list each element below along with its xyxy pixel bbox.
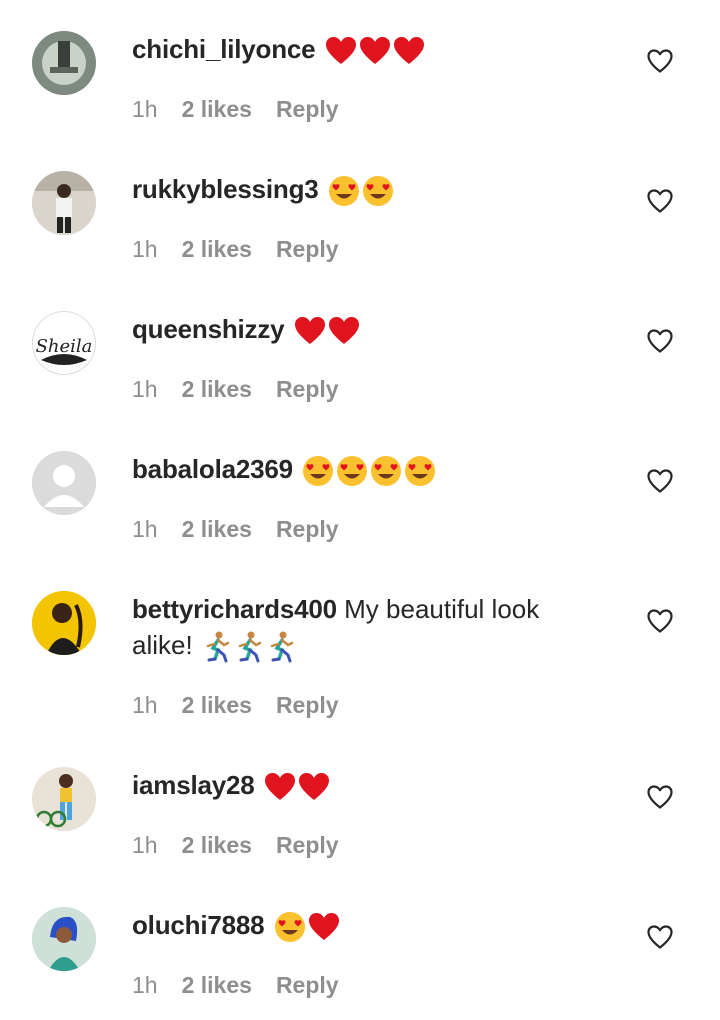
- runner-emoji-icon: [238, 631, 262, 663]
- like-heart-icon[interactable]: [646, 607, 674, 635]
- heart-eyes-emoji-icon: [405, 456, 436, 487]
- comment-body: bettyrichards400 My beautiful look alike…: [132, 591, 602, 663]
- heart-emoji-icon: [393, 37, 424, 65]
- reply-button[interactable]: Reply: [276, 236, 339, 262]
- like-heart-icon[interactable]: [646, 47, 674, 75]
- reply-button[interactable]: Reply: [276, 376, 339, 402]
- comment-time: 1h: [132, 516, 158, 542]
- comment-time: 1h: [132, 236, 158, 262]
- comment-time: 1h: [132, 692, 158, 718]
- comment-username[interactable]: babalola2369: [132, 454, 293, 484]
- avatar[interactable]: Sheila: [32, 311, 96, 375]
- comment-time: 1h: [132, 96, 158, 122]
- heart-emoji-icon: [294, 317, 325, 345]
- heart-emoji-icon: [298, 773, 329, 801]
- comment-meta: 1h 2 likes Reply: [132, 832, 363, 859]
- heart-emoji-icon: [359, 37, 390, 65]
- comment-username[interactable]: rukkyblessing3: [132, 174, 319, 204]
- like-heart-icon[interactable]: [646, 327, 674, 355]
- comment-emoji: [323, 34, 425, 65]
- comment-username[interactable]: queenshizzy: [132, 314, 285, 344]
- comment-emoji: [193, 630, 296, 663]
- comment-meta: 1h 2 likes Reply: [132, 236, 363, 263]
- avatar[interactable]: [32, 907, 96, 971]
- comment-meta: 1h 2 likes Reply: [132, 692, 363, 719]
- comment-time: 1h: [132, 972, 158, 998]
- like-heart-icon[interactable]: [646, 923, 674, 951]
- heart-emoji-icon: [325, 37, 356, 65]
- comment-meta: 1h 2 likes Reply: [132, 972, 363, 999]
- comment-username[interactable]: bettyrichards400: [132, 594, 337, 624]
- runner-emoji-icon: [206, 631, 230, 663]
- like-heart-icon[interactable]: [646, 783, 674, 811]
- avatar[interactable]: [32, 451, 96, 515]
- comment-emoji: [326, 174, 394, 207]
- heart-eyes-emoji-icon: [274, 912, 305, 943]
- reply-button[interactable]: Reply: [276, 972, 339, 998]
- comment-meta: 1h 2 likes Reply: [132, 96, 363, 123]
- avatar[interactable]: [32, 767, 96, 831]
- comment-likes[interactable]: 2 likes: [182, 376, 252, 402]
- reply-button[interactable]: Reply: [276, 832, 339, 858]
- comment-body: queenshizzy: [132, 311, 602, 347]
- comment-time: 1h: [132, 376, 158, 402]
- comment-likes[interactable]: 2 likes: [182, 96, 252, 122]
- heart-emoji-icon: [308, 913, 339, 941]
- runner-emoji-icon: [270, 631, 294, 663]
- avatar-text: Sheila: [36, 336, 93, 357]
- heart-eyes-emoji-icon: [303, 456, 334, 487]
- comment-likes[interactable]: 2 likes: [182, 832, 252, 858]
- comment-emoji: [272, 910, 340, 943]
- comment-emoji: [300, 454, 436, 487]
- reply-button[interactable]: Reply: [276, 692, 339, 718]
- comment-likes[interactable]: 2 likes: [182, 972, 252, 998]
- comment-likes[interactable]: 2 likes: [182, 692, 252, 718]
- comment-meta: 1h 2 likes Reply: [132, 516, 363, 543]
- heart-eyes-emoji-icon: [328, 176, 359, 207]
- comment-body: iamslay28: [132, 767, 602, 803]
- like-heart-icon[interactable]: [646, 187, 674, 215]
- comment-body: oluchi7888: [132, 907, 602, 943]
- heart-eyes-emoji-icon: [337, 456, 368, 487]
- comment-username[interactable]: chichi_lilyonce: [132, 34, 316, 64]
- comment-username[interactable]: oluchi7888: [132, 910, 265, 940]
- like-heart-icon[interactable]: [646, 467, 674, 495]
- avatar[interactable]: [32, 591, 96, 655]
- comment-likes[interactable]: 2 likes: [182, 236, 252, 262]
- comment-username[interactable]: iamslay28: [132, 770, 255, 800]
- heart-eyes-emoji-icon: [362, 176, 393, 207]
- comment-body: chichi_lilyonce: [132, 31, 602, 67]
- comment-time: 1h: [132, 832, 158, 858]
- heart-emoji-icon: [264, 773, 295, 801]
- comment-emoji: [292, 314, 360, 345]
- comment-body: babalola2369: [132, 451, 602, 487]
- reply-button[interactable]: Reply: [276, 96, 339, 122]
- heart-eyes-emoji-icon: [371, 456, 402, 487]
- comment-emoji: [262, 770, 330, 801]
- comment-body: rukkyblessing3: [132, 171, 602, 207]
- avatar[interactable]: [32, 31, 96, 95]
- comment-likes[interactable]: 2 likes: [182, 516, 252, 542]
- comment-meta: 1h 2 likes Reply: [132, 376, 363, 403]
- avatar[interactable]: [32, 171, 96, 235]
- reply-button[interactable]: Reply: [276, 516, 339, 542]
- heart-emoji-icon: [328, 317, 359, 345]
